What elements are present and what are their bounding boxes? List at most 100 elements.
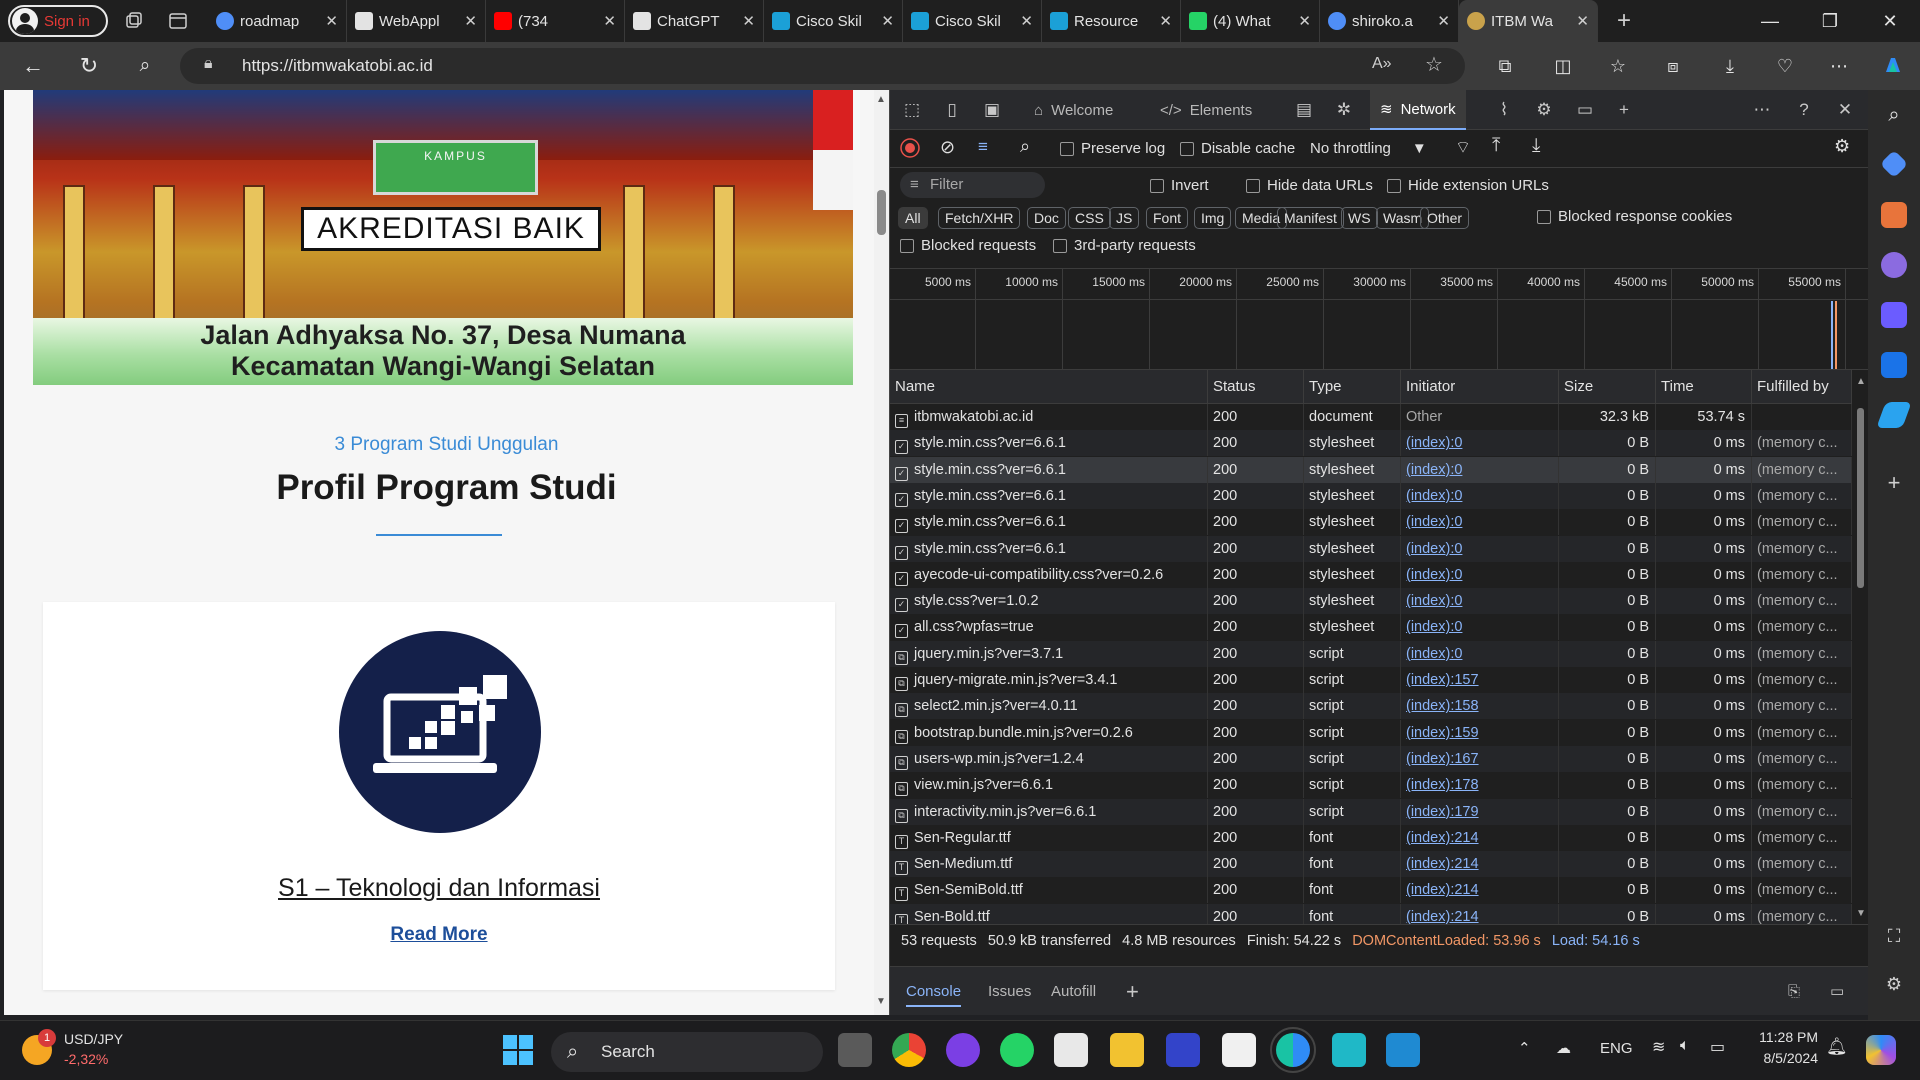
browser-tab[interactable]: Cisco Skil ✕: [764, 0, 903, 42]
checkbox-box[interactable]: [1060, 141, 1074, 156]
table-row[interactable]: ✓ style.min.css?ver=6.6.1 200 stylesheet (in…: [890, 535, 1852, 562]
file-explorer-icon[interactable]: [1110, 1033, 1144, 1067]
more-tools-icon[interactable]: +: [1612, 99, 1636, 121]
cell-initiator[interactable]: (index):178: [1401, 772, 1559, 799]
profile-button[interactable]: Sign in: [8, 5, 108, 37]
clear-icon[interactable]: ⊘: [940, 137, 955, 158]
browser-tab[interactable]: Cisco Skil ✕: [903, 0, 1042, 42]
cell-initiator[interactable]: (index):167: [1401, 745, 1559, 772]
sources-bug-icon[interactable]: ✲: [1332, 99, 1356, 121]
table-row[interactable]: ✓ ayecode-ui-compatibility.css?ver=0.2.6 2…: [890, 561, 1852, 588]
network-table-scrollbar-thumb[interactable]: [1857, 408, 1864, 588]
widget-title[interactable]: USD/JPY: [64, 1031, 123, 1047]
minimize-button[interactable]: —: [1740, 0, 1800, 42]
type-chip-img[interactable]: Img: [1194, 207, 1232, 229]
hide-data-urls-checkbox[interactable]: Hide data URLs: [1246, 177, 1373, 194]
scroll-up-arrow[interactable]: ▲: [1856, 376, 1866, 387]
close-window-button[interactable]: ✕: [1860, 0, 1920, 42]
add-drawer-tab-icon[interactable]: +: [1126, 977, 1139, 1007]
cell-initiator[interactable]: (index):0: [1401, 456, 1559, 483]
type-chip-fetch-xhr[interactable]: Fetch/XHR: [938, 207, 1021, 229]
filter-toggle-icon[interactable]: ≡: [978, 137, 988, 157]
program-title-link[interactable]: S1 – Teknologi dan Informasi: [43, 874, 835, 903]
close-tab-icon[interactable]: ✕: [1298, 12, 1311, 30]
browser-tab[interactable]: ITBM Wa ✕: [1459, 0, 1598, 42]
drawer-tab-issues[interactable]: Issues: [988, 977, 1031, 1007]
table-row[interactable]: ✓ style.min.css?ver=6.6.1 200 stylesheet (in…: [890, 456, 1852, 483]
settings-gear-icon[interactable]: ⚙: [1881, 974, 1907, 1000]
restore-button[interactable]: ❐: [1800, 0, 1860, 42]
column-header-status[interactable]: Status: [1208, 370, 1304, 404]
tools-briefcase-icon[interactable]: [1881, 202, 1907, 228]
split-screen-icon[interactable]: ◫: [1546, 50, 1580, 82]
table-row[interactable]: ⧉ select2.min.js?ver=4.0.11 200 script (inde…: [890, 693, 1852, 720]
checkbox-box[interactable]: [1053, 238, 1067, 253]
back-button[interactable]: ←: [16, 50, 50, 82]
table-row[interactable]: ⧉ jquery.min.js?ver=3.7.1 200 script (index)…: [890, 640, 1852, 667]
disable-cache-checkbox[interactable]: Disable cache: [1180, 140, 1295, 157]
volume-icon[interactable]: 🔈︎: [1680, 1037, 1690, 1055]
checkbox-box[interactable]: [1246, 178, 1260, 193]
network-settings-gear-icon[interactable]: ⚙: [1834, 136, 1850, 157]
close-drawer-icon[interactable]: ▭: [1830, 977, 1844, 1007]
type-chip-js[interactable]: JS: [1109, 207, 1140, 229]
dock-side-icon[interactable]: ▣: [980, 99, 1004, 121]
console-tab-icon[interactable]: ▤: [1292, 99, 1316, 121]
memory-icon[interactable]: ⚙: [1532, 99, 1556, 121]
tab-welcome[interactable]: ⌂ Welcome: [1034, 90, 1113, 130]
close-tab-icon[interactable]: ✕: [881, 12, 894, 30]
downloads-icon[interactable]: ⤓: [1713, 50, 1747, 82]
taskbar-search[interactable]: ⌕ Search: [551, 1032, 823, 1072]
scroll-down-arrow[interactable]: ▼: [1856, 908, 1866, 919]
scroll-up-arrow[interactable]: ▲: [876, 94, 886, 105]
checkbox-box[interactable]: [1387, 178, 1401, 193]
edge-icon[interactable]: [1270, 1027, 1316, 1073]
browser-tab[interactable]: WebAppl ✕: [347, 0, 486, 42]
browser-tab[interactable]: roadmap ✕: [208, 0, 347, 42]
send-icon[interactable]: [1876, 402, 1912, 428]
collections-icon[interactable]: ⧈: [1656, 50, 1690, 82]
cell-initiator[interactable]: (index):0: [1401, 614, 1559, 641]
preserve-log-checkbox[interactable]: Preserve log: [1060, 140, 1165, 157]
table-row[interactable]: ⧉ bootstrap.bundle.min.js?ver=0.2.6 200 scr…: [890, 719, 1852, 746]
table-row[interactable]: ⧉ jquery-migrate.min.js?ver=3.4.1 200 scrip…: [890, 667, 1852, 693]
table-row[interactable]: ⧉ users-wp.min.js?ver=1.2.4 200 script (inde…: [890, 745, 1852, 772]
close-devtools-icon[interactable]: ✕: [1833, 99, 1857, 121]
widget-value[interactable]: -2,32%: [64, 1051, 108, 1067]
table-row[interactable]: T Sen-Bold.ttf 200 font (index):214 0 B0 ms (m…: [890, 903, 1852, 924]
column-header-type[interactable]: Type: [1304, 370, 1401, 404]
workspaces-icon[interactable]: [116, 6, 152, 36]
type-chip-other[interactable]: Other: [1420, 207, 1470, 229]
table-row[interactable]: ≡ itbmwakatobi.ac.id 200 document Other 32.3 …: [890, 404, 1852, 430]
type-chip-all[interactable]: All: [898, 207, 928, 229]
tor-icon[interactable]: [946, 1033, 980, 1067]
microsoft-store-icon[interactable]: [1222, 1033, 1256, 1067]
tab-elements[interactable]: </> Elements: [1160, 90, 1252, 130]
outlook-icon[interactable]: [1881, 352, 1907, 378]
third-party-requests-checkbox[interactable]: 3rd-party requests: [1053, 237, 1196, 254]
cell-initiator[interactable]: (index):0: [1401, 535, 1559, 562]
table-row[interactable]: T Sen-Medium.ttf 200 font (index):214 0 B0 ms…: [890, 851, 1852, 878]
drawer-tab-console[interactable]: Console: [906, 977, 962, 1007]
close-tab-icon[interactable]: ✕: [1159, 12, 1172, 30]
invert-checkbox[interactable]: Invert: [1150, 177, 1209, 194]
checkbox-box[interactable]: [900, 238, 914, 253]
cell-initiator[interactable]: (index):179: [1401, 798, 1559, 825]
checkbox-box[interactable]: [1537, 209, 1551, 224]
add-sidebar-app-icon[interactable]: +: [1881, 470, 1907, 496]
type-chip-manifest[interactable]: Manifest: [1277, 207, 1344, 229]
winget-icon[interactable]: [1166, 1033, 1200, 1067]
checkbox-box[interactable]: [1180, 141, 1194, 156]
application-icon[interactable]: ▭: [1573, 99, 1597, 121]
browser-tab[interactable]: Resource ✕: [1042, 0, 1181, 42]
type-chip-css[interactable]: CSS: [1068, 207, 1111, 229]
cell-initiator[interactable]: (index):159: [1401, 719, 1559, 746]
close-tab-icon[interactable]: ✕: [742, 12, 755, 30]
column-header-size[interactable]: Size: [1559, 370, 1656, 404]
cell-initiator[interactable]: (index):0: [1401, 482, 1559, 509]
close-tab-icon[interactable]: ✕: [1437, 12, 1450, 30]
close-tab-icon[interactable]: ✕: [464, 12, 477, 30]
close-tab-icon[interactable]: ✕: [1576, 12, 1589, 30]
new-tab-button[interactable]: +: [1606, 6, 1642, 36]
chevron-up-icon[interactable]: ⌃: [1518, 1039, 1531, 1057]
